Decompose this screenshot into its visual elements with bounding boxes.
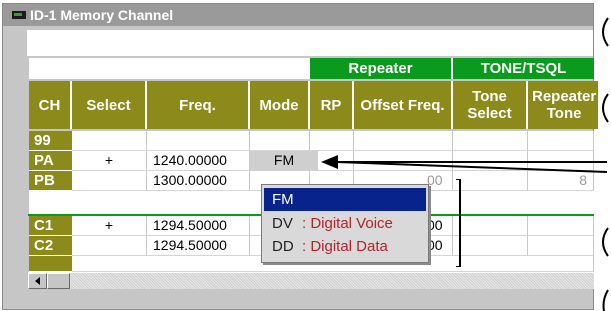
title-bar[interactable]: ID-1 Memory Channel xyxy=(3,4,593,26)
column-header-repeater-tone[interactable]: Repeater Tone xyxy=(528,81,598,129)
scroll-thumb[interactable] xyxy=(47,273,70,289)
grid-area xyxy=(27,30,593,56)
header-group-tone: TONE/TSQL xyxy=(453,58,594,79)
mode-dropdown-list[interactable]: FM DV : Digital Voice DD : Digital Data xyxy=(261,184,429,263)
row-offset[interactable] xyxy=(354,131,453,151)
row-select[interactable]: + xyxy=(72,151,147,171)
column-header-rp[interactable]: RP xyxy=(310,81,354,129)
horizontal-scrollbar[interactable] xyxy=(28,272,594,289)
column-header-ch[interactable]: CH xyxy=(29,81,72,129)
column-header-offset-freq[interactable]: Offset Freq. xyxy=(354,81,453,129)
mode-option-code: DV xyxy=(272,215,293,232)
row-repeater-tone[interactable] xyxy=(528,216,594,236)
row-freq[interactable]: 1240.00000 xyxy=(147,151,250,171)
row-tone-select[interactable] xyxy=(453,216,528,236)
row-ch[interactable]: PA xyxy=(29,151,72,171)
header-group-repeater: Repeater xyxy=(310,58,453,79)
row-ch[interactable]: PB xyxy=(29,171,72,191)
dropdown-bracket xyxy=(456,179,461,267)
memory-channel-app-icon xyxy=(12,11,26,19)
row-tone-select[interactable] xyxy=(453,131,528,151)
row-select[interactable] xyxy=(72,236,147,256)
row-freq[interactable]: 1294.50000 xyxy=(147,216,250,236)
callout-arrow-icon xyxy=(321,155,608,173)
column-header-tone-select[interactable]: Tone Select xyxy=(453,81,528,129)
mode-select-field[interactable]: FM xyxy=(250,151,318,171)
row-ch[interactable]: 99 xyxy=(29,131,72,151)
header-spacer xyxy=(29,58,310,79)
column-header-freq[interactable]: Freq. xyxy=(147,81,250,129)
column-header-select[interactable]: Select xyxy=(72,81,147,129)
row-ch[interactable]: C1 xyxy=(29,216,72,236)
column-header-mode[interactable]: Mode xyxy=(250,81,310,129)
mode-option-description: : Digital Voice xyxy=(302,215,393,232)
row-freq[interactable]: 1300.00000 xyxy=(147,171,250,191)
row-select[interactable] xyxy=(72,171,147,191)
mode-option-description: : Digital Data xyxy=(302,238,388,255)
row-mode[interactable] xyxy=(250,131,310,151)
mode-option-fm[interactable]: FM xyxy=(264,188,426,211)
row-select[interactable] xyxy=(72,131,147,151)
row-tone-select[interactable] xyxy=(453,236,528,256)
row-repeater-tone[interactable] xyxy=(528,236,594,256)
scroll-left-button[interactable] xyxy=(28,273,47,289)
row-select[interactable]: + xyxy=(72,216,147,236)
window-title: ID-1 Memory Channel xyxy=(30,7,174,23)
row-ch-partial[interactable] xyxy=(29,256,72,272)
callout-markers xyxy=(602,17,609,311)
row-freq[interactable]: 1294.50000 xyxy=(147,236,250,256)
mode-option-dd[interactable]: DD : Digital Data xyxy=(264,235,426,258)
row-repeater-tone[interactable] xyxy=(528,131,594,151)
row-ch[interactable]: C2 xyxy=(29,236,72,256)
mode-option-code: FM xyxy=(272,191,294,208)
row-rp[interactable] xyxy=(310,131,354,151)
mode-option-dv[interactable]: DV : Digital Voice xyxy=(264,212,426,235)
scroll-track[interactable] xyxy=(70,273,594,289)
row-freq[interactable] xyxy=(147,131,250,151)
mode-option-code: DD xyxy=(272,238,294,255)
scroll-left-arrow-icon xyxy=(35,277,40,285)
